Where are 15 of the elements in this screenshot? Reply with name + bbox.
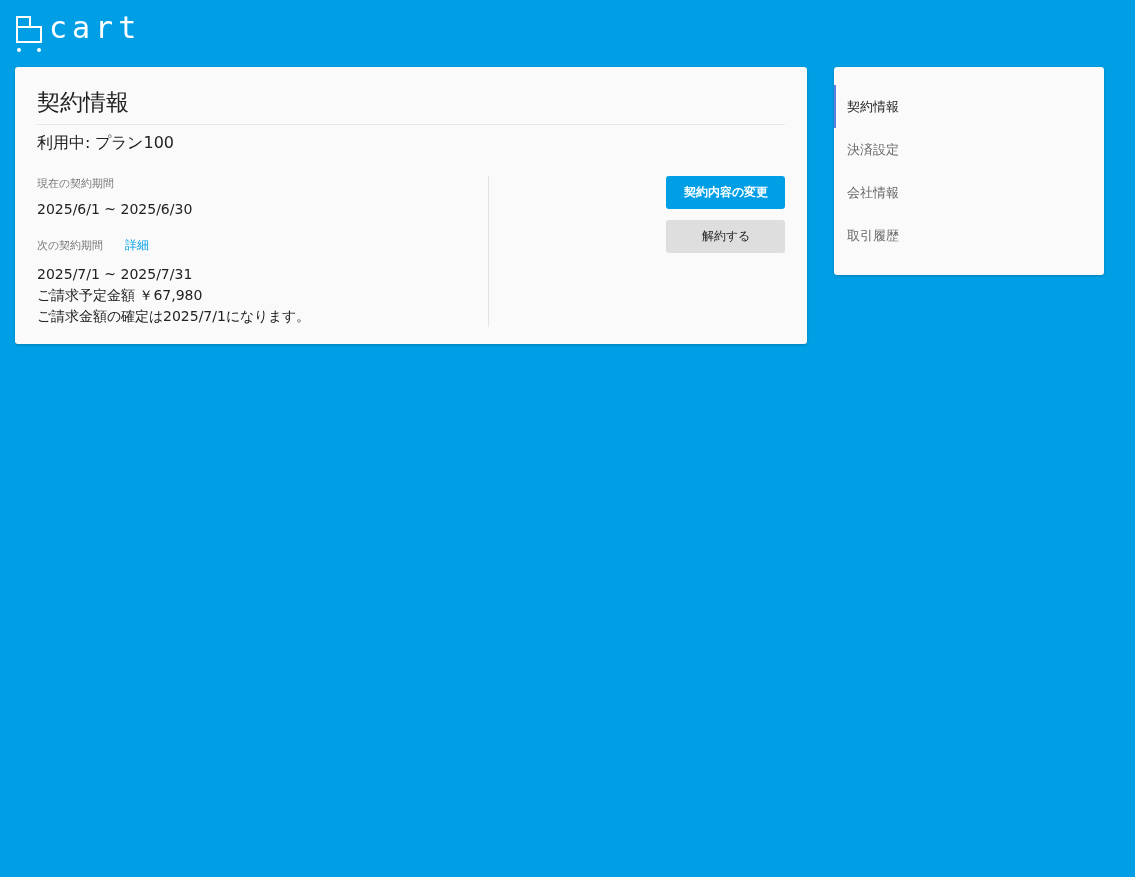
sidebar-item[interactable]: 契約情報 — [834, 85, 1104, 128]
billing-note: ご請求金額の確定は2025/7/1になります。 — [37, 307, 311, 326]
sidebar-item[interactable]: 会社情報 — [834, 171, 1104, 214]
page-title: 契約情報 — [37, 87, 785, 125]
logo-text: cart — [49, 13, 142, 43]
cart-logo-icon — [15, 16, 43, 54]
period-value: 2025/7/1 ~ 2025/7/31 — [37, 265, 194, 284]
period-label: 現在の契約期間 — [37, 176, 115, 191]
period-value: 2025/6/1 ~ 2025/6/30 — [37, 201, 194, 217]
cancel-contract-button[interactable]: 解約する — [666, 220, 785, 253]
plan-name: 利用中: プラン100 — [37, 133, 175, 154]
sidebar-item[interactable]: 取引履歴 — [834, 214, 1104, 257]
period-label: 次の契約期間 — [37, 238, 103, 253]
billing-amount: ご請求予定金額 ￥67,980 — [37, 286, 204, 305]
sidebar-item[interactable]: 決済設定 — [834, 128, 1104, 171]
